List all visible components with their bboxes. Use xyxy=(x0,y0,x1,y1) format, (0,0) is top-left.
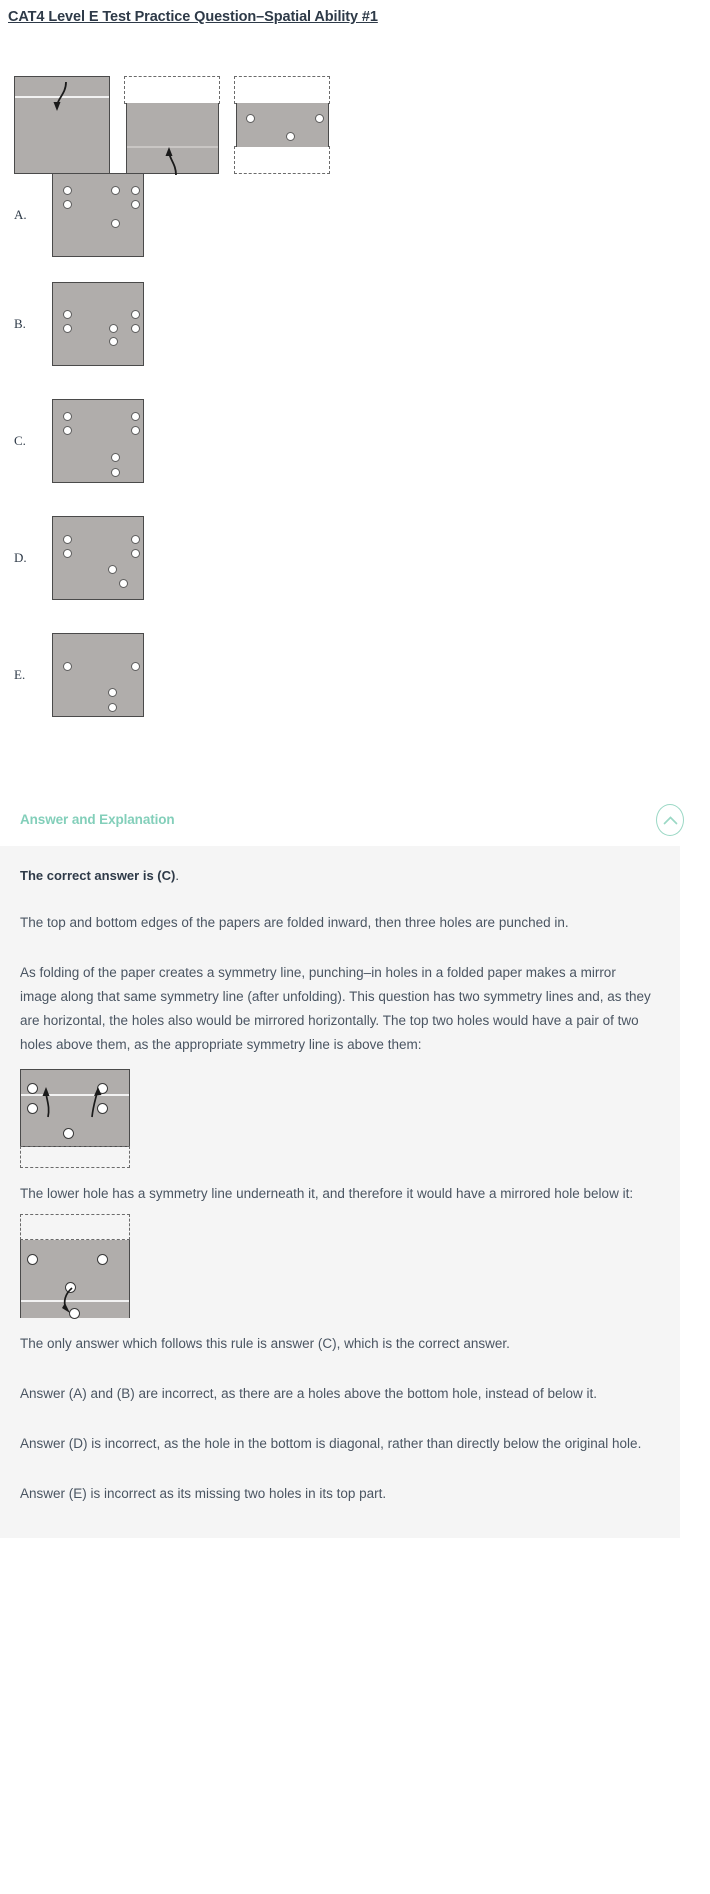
hole xyxy=(109,337,118,346)
hole xyxy=(108,565,117,574)
answer-explanation-body: The correct answer is (C). The top and b… xyxy=(0,846,680,1538)
explanation-closing-3: Answer (D) is incorrect, as the hole in … xyxy=(20,1436,642,1451)
option-d-paper[interactable] xyxy=(52,516,144,600)
option-e-paper[interactable] xyxy=(52,633,144,717)
hole xyxy=(111,453,120,462)
punched-hole xyxy=(314,114,324,123)
correct-answer-text: The correct answer is (C) xyxy=(20,868,176,883)
hole xyxy=(131,310,140,319)
answer-options: A. B. C. D. E. xyxy=(0,155,710,736)
hole xyxy=(131,186,140,195)
hole xyxy=(63,549,72,558)
option-a-row[interactable]: A. xyxy=(0,155,710,268)
hole xyxy=(108,688,117,697)
hole xyxy=(131,535,140,544)
hole xyxy=(63,412,72,421)
punched-hole xyxy=(285,132,295,141)
hole xyxy=(63,426,72,435)
option-d-row[interactable]: D. xyxy=(0,506,710,619)
hole xyxy=(131,412,140,421)
explanation-figure-top-mirror xyxy=(20,1067,654,1172)
chevron-up-icon xyxy=(663,815,677,824)
hole xyxy=(119,579,128,588)
hole xyxy=(111,219,120,228)
option-b-row[interactable]: B. xyxy=(0,272,710,385)
option-b-letter: B. xyxy=(14,316,26,331)
explanation-mid-paragraph: The lower hole has a symmetry line under… xyxy=(20,1186,634,1201)
hole xyxy=(63,310,72,319)
original-hole xyxy=(27,1103,38,1114)
mirrored-hole xyxy=(27,1083,38,1094)
explanation-closing-1: The only answer which follows this rule … xyxy=(20,1336,510,1351)
hole xyxy=(63,535,72,544)
original-hole xyxy=(27,1254,38,1265)
original-hole xyxy=(63,1128,74,1139)
answer-explanation-title: Answer and Explanation xyxy=(20,812,175,827)
mirror-down-arrow-icon xyxy=(62,1287,73,1313)
original-hole xyxy=(97,1254,108,1265)
hole xyxy=(109,324,118,333)
explanation-paragraph-2: As folding of the paper creates a symmet… xyxy=(20,965,651,1052)
explanation-closing-2: Answer (A) and (B) are incorrect, as the… xyxy=(20,1386,598,1401)
mirror-up-arrow-left-icon xyxy=(42,1087,50,1118)
option-c-paper[interactable] xyxy=(52,399,144,483)
option-e-letter: E. xyxy=(14,667,26,682)
hole xyxy=(111,468,120,477)
hole xyxy=(108,703,117,712)
correct-answer-period: . xyxy=(175,868,179,883)
hole xyxy=(131,324,140,333)
question-figure xyxy=(0,33,710,176)
punched-hole xyxy=(245,114,255,123)
option-d-letter: D. xyxy=(14,550,27,565)
hole xyxy=(63,324,72,333)
answer-explanation-header: Answer and Explanation xyxy=(0,798,710,846)
option-e-row[interactable]: E. xyxy=(0,623,710,736)
hole xyxy=(63,186,72,195)
explanation-figure-bottom-mirror xyxy=(20,1214,654,1322)
option-c-row[interactable]: C. xyxy=(0,389,710,502)
fold-down-arrow-icon xyxy=(53,81,67,111)
hole xyxy=(111,186,120,195)
option-b-paper[interactable] xyxy=(52,282,144,366)
mirror-up-arrow-right-icon xyxy=(91,1087,102,1118)
hole xyxy=(131,200,140,209)
hole xyxy=(131,549,140,558)
option-c-letter: C. xyxy=(14,433,26,448)
explanation-closing-4: Answer (E) is incorrect as its missing t… xyxy=(20,1486,387,1501)
hole xyxy=(63,662,72,671)
correct-answer-statement: The correct answer is (C). xyxy=(20,868,654,883)
option-a-paper[interactable] xyxy=(52,173,144,257)
hole xyxy=(131,662,140,671)
hole xyxy=(63,200,72,209)
page-title: CAT4 Level E Test Practice Question–Spat… xyxy=(8,9,378,25)
explanation-paragraph-1: The top and bottom edges of the papers a… xyxy=(20,915,569,930)
collapse-toggle-button[interactable] xyxy=(656,804,684,836)
option-a-letter: A. xyxy=(14,207,27,222)
hole xyxy=(131,426,140,435)
